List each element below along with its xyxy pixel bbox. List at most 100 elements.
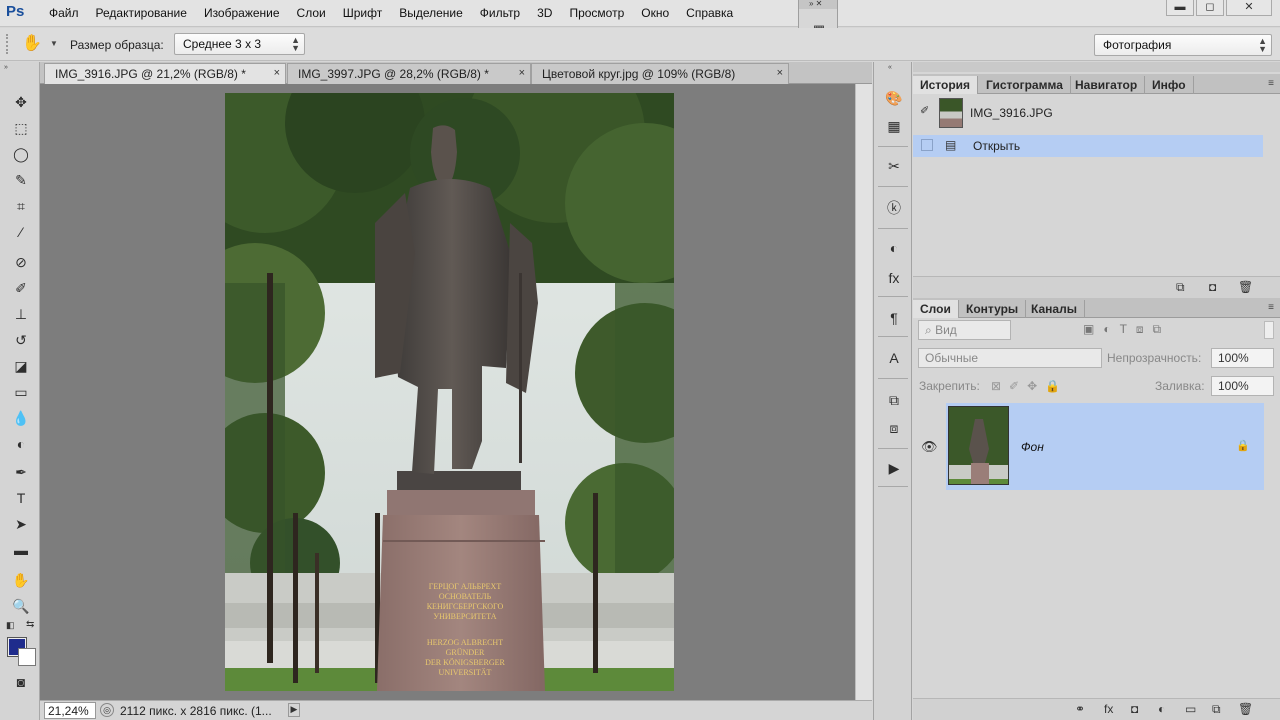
document-image[interactable]: ГЕРЦОГ АЛЬБРЕХТ ОСНОВАТЕЛЬ КЕНИГСБЕРГСКО… [225,93,674,691]
fill-field[interactable]: 100% [1211,376,1274,396]
eraser-tool-icon[interactable]: ◪ [11,356,31,376]
tool-preset-arrow-icon[interactable]: ▼ [50,39,58,48]
close-tab-icon[interactable]: × [274,67,280,79]
canvas-area[interactable]: ГЕРЦОГ АЛЬБРЕХТ ОСНОВАТЕЛЬ КЕНИГСБЕРГСКО… [40,84,855,700]
menu-file[interactable]: Файл [49,6,79,20]
quick-mask-icon[interactable]: ◙ [11,672,31,692]
restore-button[interactable]: ◻ [1196,0,1224,16]
history-step-checkbox[interactable] [921,139,933,151]
zoom-level-field[interactable]: 21,24% [44,702,96,719]
type-tool-icon[interactable]: T [11,488,31,508]
tab-paths[interactable]: Контуры [959,300,1027,318]
menu-select[interactable]: Выделение [399,6,463,20]
layer-name[interactable]: Фон [1021,440,1044,454]
delete-layer-icon[interactable]: 🗑 [1238,702,1253,716]
tab-layers[interactable]: Слои [913,300,959,318]
menu-filter[interactable]: Фильтр [480,6,520,20]
layer-style-fx-icon[interactable]: fx [1104,702,1113,716]
dock-collapse-icon[interactable]: « [888,64,892,71]
new-group-icon[interactable]: ▭ [1185,702,1196,716]
color-panel-icon[interactable]: 🎨 [884,88,904,108]
workspace-select[interactable]: Фотография ▲ ▼ [1094,34,1272,56]
status-menu-arrow-icon[interactable]: ▶ [288,703,300,717]
swap-colors-icon[interactable]: ⇆ [26,619,34,630]
gradient-tool-icon[interactable]: ▭ [11,382,31,402]
minimize-button[interactable]: ▬ [1166,0,1194,16]
move-tool-icon[interactable]: ✥ [11,92,31,112]
tab-img-3916[interactable]: IMG_3916.JPG @ 21,2% (RGB/8) * × [44,63,286,84]
dodge-tool-icon[interactable]: ◐ [11,434,31,454]
actions-play-icon[interactable]: ▶ [884,458,904,478]
path-selection-tool-icon[interactable]: ➤ [11,514,31,534]
close-tab-icon[interactable]: × [777,67,783,79]
menu-help[interactable]: Справка [686,6,733,20]
tab-channels[interactable]: Каналы [1024,300,1085,318]
adjustments-icon[interactable]: ◐ [884,238,904,258]
blend-mode-select[interactable]: Обычные [918,348,1102,368]
panel-menu-icon[interactable]: ≡ [1268,302,1274,313]
opacity-field[interactable]: 100% [1211,348,1274,368]
default-colors-icon[interactable]: ◧ [6,620,15,631]
history-step-row[interactable]: ▤ Открыть [913,135,1263,157]
layer-thumbnail[interactable] [948,406,1009,485]
history-brush-source-icon[interactable]: ✐ [920,104,929,117]
floating-panel-header[interactable]: » ✕ [799,0,837,9]
delete-state-icon[interactable]: 🗑 [1238,280,1253,294]
styles-fx-icon[interactable]: fx [884,268,904,288]
menu-edit[interactable]: Редактирование [96,6,187,20]
add-mask-icon[interactable]: ◘ [1131,702,1138,716]
eyedropper-tool-icon[interactable]: ⁄ [11,222,31,242]
history-brush-tool-icon[interactable]: ↺ [11,330,31,350]
paragraph-icon[interactable]: ¶ [884,308,904,328]
hand-tool-icon[interactable]: ✋ [11,570,31,590]
crop-tool-icon[interactable]: ⌗ [11,196,31,216]
new-document-from-state-icon[interactable]: ⧉ [1176,280,1185,295]
swatches-panel-icon[interactable]: ▦ [884,116,904,136]
filter-toggle[interactable] [1264,321,1274,339]
character-styles-icon[interactable]: ⧉ [884,390,904,410]
layer-filter-select[interactable]: ⌕ Вид [918,320,1011,340]
clone-stamp-tool-icon[interactable]: ⊥ [11,304,31,324]
layer-filter-type-icons[interactable]: ▣◐T⧈⧉ [1083,322,1170,337]
background-color-swatch[interactable] [18,648,36,666]
sample-size-select[interactable]: Среднее 3 х 3 ▲ ▼ [174,33,305,55]
healing-brush-tool-icon[interactable]: ⊘ [11,252,31,272]
character-icon[interactable]: A [884,348,904,368]
menu-3d[interactable]: 3D [537,6,552,20]
adjustment-layer-icon[interactable]: ◐ [1158,702,1165,716]
link-layers-icon[interactable]: ⚭ [1075,702,1085,716]
menu-view[interactable]: Просмотр [569,6,624,20]
eye-visibility-icon[interactable]: 👁 [921,439,938,455]
eyedropper-hand-icon[interactable]: ✋ [22,33,42,53]
marquee-tool-icon[interactable]: ⬚ [11,118,31,138]
brush-tool-icon[interactable]: ✐ [11,278,31,298]
new-snapshot-icon[interactable]: ◘ [1209,280,1216,294]
kuler-icon[interactable]: ⓚ [884,198,904,218]
close-tab-icon[interactable]: × [519,67,525,79]
tab-navigator[interactable]: Навигатор [1068,76,1146,94]
quick-selection-tool-icon[interactable]: ✎ [11,170,31,190]
tab-history[interactable]: История [913,76,979,94]
blur-tool-icon[interactable]: 💧 [11,408,31,428]
photoshop-logo[interactable]: Ps [6,3,32,23]
tools-preset-icon[interactable]: ✂ [884,156,904,176]
status-info-icon[interactable]: ◎ [100,703,114,717]
options-grip[interactable] [6,34,10,54]
panel-menu-icon[interactable]: ≡ [1268,78,1274,89]
new-layer-icon[interactable]: ⧉ [1212,702,1221,717]
tab-info[interactable]: Инфо [1145,76,1194,94]
menu-image[interactable]: Изображение [204,6,280,20]
rectangle-tool-icon[interactable]: ▬ [11,540,31,560]
tab-img-3997[interactable]: IMG_3997.JPG @ 28,2% (RGB/8) * × [287,63,531,84]
lock-options-icons[interactable]: ⊠✐✥🔒 [991,379,1068,393]
lasso-tool-icon[interactable]: ◯ [11,144,31,164]
menu-type[interactable]: Шрифт [343,6,382,20]
menu-window[interactable]: Окно [641,6,669,20]
pen-tool-icon[interactable]: ✒ [11,462,31,482]
close-button[interactable]: ✕ [1226,0,1272,16]
vertical-scrollbar[interactable] [855,84,872,700]
paragraph-styles-icon[interactable]: ⧈ [884,418,904,438]
toolbox-collapse-icon[interactable]: » [4,64,36,72]
history-snapshot-row[interactable]: ✐ IMG_3916.JPG [913,96,1273,130]
history-group-header[interactable] [913,62,1280,72]
